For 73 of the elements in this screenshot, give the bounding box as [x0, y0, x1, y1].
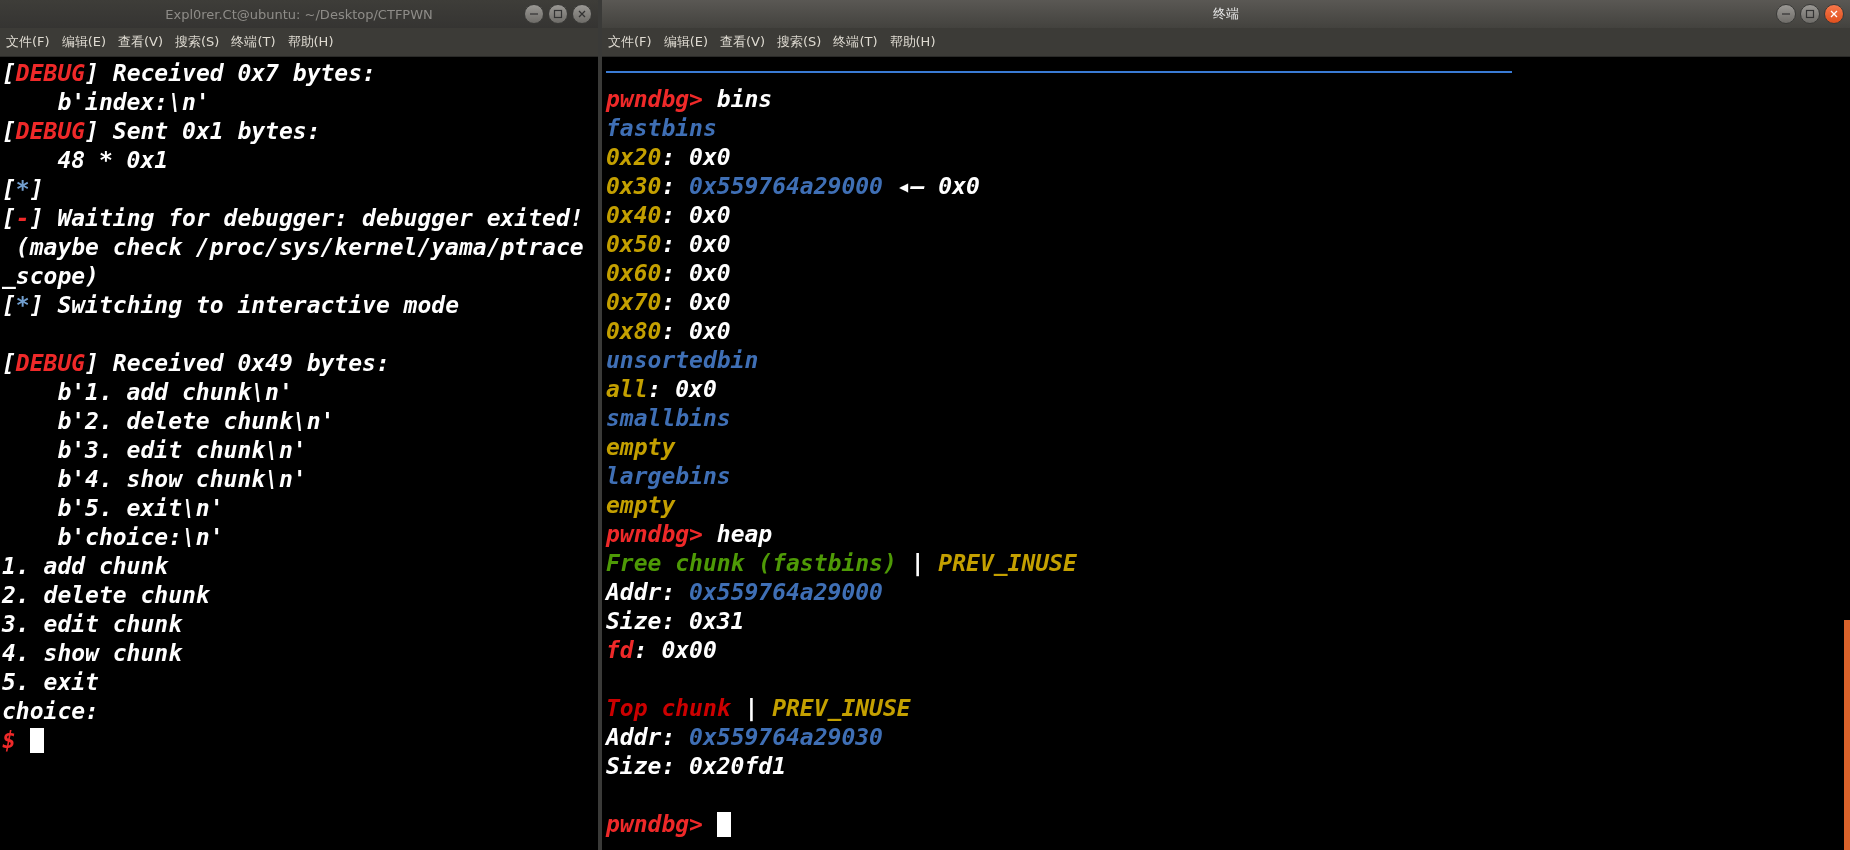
- minimize-button[interactable]: [1776, 4, 1796, 24]
- menu-item[interactable]: 搜索(S): [175, 31, 220, 53]
- terminal-line: largebins: [606, 462, 731, 491]
- terminal-line: Size: 0x20fd1: [606, 752, 786, 781]
- terminal-line: 48 * 0x1: [56, 146, 169, 175]
- minimize-button[interactable]: [524, 4, 544, 24]
- terminal-line: b'2. delete chunk\n': [56, 407, 335, 436]
- maximize-button[interactable]: [548, 4, 568, 24]
- terminal-line: Free chunk (fastbins) | PREV_INUSE: [606, 549, 1077, 578]
- close-icon: [577, 9, 587, 19]
- menu-item[interactable]: 帮助(H): [889, 31, 936, 53]
- terminal-line: 0x20: 0x0: [606, 143, 731, 172]
- terminal-line: 0x40: 0x0: [606, 201, 731, 230]
- terminal-line: b'5. exit\n': [56, 494, 224, 523]
- menu-item[interactable]: 编辑(E): [61, 31, 106, 53]
- terminal-line: 0x70: 0x0: [606, 288, 731, 317]
- terminal-line: [DEBUG] Received 0x49 bytes:: [2, 349, 390, 378]
- text-cursor: [716, 812, 731, 837]
- terminal-line: [-] Waiting for debugger: debugger exited!: [2, 204, 584, 233]
- terminal-line: pwndbg> heap: [606, 520, 773, 549]
- terminal-line: 2. delete chunk: [2, 581, 210, 610]
- scrollbar-thumb[interactable]: [1844, 620, 1850, 850]
- terminal-line: empty: [606, 433, 676, 462]
- window-title: Expl0rer.Ct@ubuntu: ~/Desktop/CTFPWN: [165, 6, 433, 22]
- terminal-line: fd: 0x00: [606, 636, 717, 665]
- close-icon: [1829, 9, 1839, 19]
- maximize-button[interactable]: [1800, 4, 1820, 24]
- terminal-line: Addr: 0x559764a29000: [606, 578, 883, 607]
- terminal-line: 0x30: 0x559764a29000 ◂— 0x0: [606, 172, 980, 201]
- terminal-line: Size: 0x31: [606, 607, 745, 636]
- menu-item[interactable]: 搜索(S): [777, 31, 822, 53]
- shell-prompt: $: [2, 726, 16, 755]
- terminal-line: 0x60: 0x0: [606, 259, 731, 288]
- menu-item[interactable]: 文件(F): [608, 31, 652, 53]
- text-cursor: [29, 728, 44, 753]
- terminal-line: b'choice:\n': [56, 523, 224, 552]
- terminal-line: smallbins: [606, 404, 731, 433]
- terminal-line: empty: [606, 491, 676, 520]
- close-button[interactable]: [1824, 4, 1844, 24]
- terminal-line: choice:: [2, 697, 99, 726]
- terminal-line: pwndbg> bins: [606, 85, 773, 114]
- terminal-line: 5. exit: [2, 668, 99, 697]
- terminal-line: [*] Switching to interactive mode: [2, 291, 459, 320]
- terminal-line: Addr: 0x559764a29030: [606, 723, 883, 752]
- terminal-line: 0x50: 0x0: [606, 230, 731, 259]
- terminal-line: [DEBUG] Received 0x7 bytes:: [2, 59, 376, 88]
- menu-item[interactable]: 查看(V): [118, 31, 164, 53]
- terminal-line: b'3. edit chunk\n': [56, 436, 307, 465]
- menu-item[interactable]: 终端(T): [231, 31, 276, 53]
- maximize-icon: [553, 9, 563, 19]
- menu-item[interactable]: 编辑(E): [663, 31, 708, 53]
- terminal-line: [DEBUG] Sent 0x1 bytes:: [2, 117, 321, 146]
- terminal-line: 4. show chunk: [2, 639, 182, 668]
- terminal-line: Top chunk | PREV_INUSE: [606, 694, 911, 723]
- menu-item[interactable]: 文件(F): [6, 31, 50, 53]
- terminal-line: b'4. show chunk\n': [56, 465, 307, 494]
- menu-item[interactable]: 终端(T): [833, 31, 878, 53]
- terminal-line: _scope): [2, 262, 99, 291]
- maximize-icon: [1805, 9, 1815, 19]
- terminal-line: 0x80: 0x0: [606, 317, 731, 346]
- terminal-line: fastbins: [606, 114, 717, 143]
- menu-item[interactable]: 帮助(H): [287, 31, 334, 53]
- terminal-line: 3. edit chunk: [2, 610, 182, 639]
- terminal-line: unsortedbin: [606, 346, 759, 375]
- terminal-line: b'index:\n': [56, 88, 210, 117]
- window-title: 终端: [1213, 5, 1239, 23]
- terminal-line: b'1. add chunk\n': [56, 378, 293, 407]
- terminal-line: all: 0x0: [606, 375, 717, 404]
- terminal-line: (maybe check /proc/sys/kernel/yama/ptrace: [14, 233, 584, 262]
- terminal-line: [*]: [2, 175, 44, 204]
- menu-item[interactable]: 查看(V): [720, 31, 766, 53]
- shell-prompt: pwndbg>: [606, 810, 703, 839]
- terminal-line: 1. add chunk: [2, 552, 169, 581]
